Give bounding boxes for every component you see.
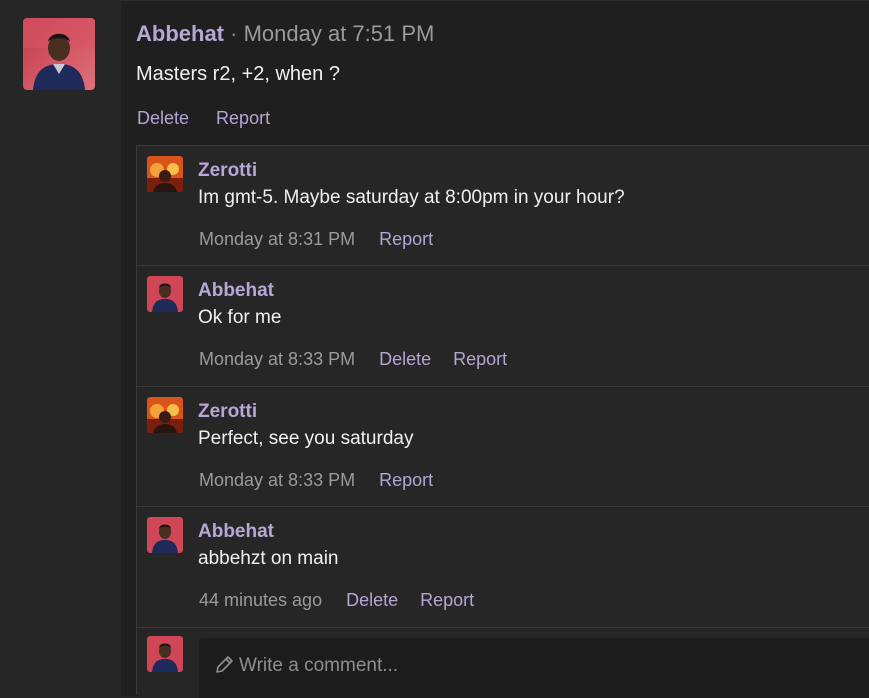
reply-report-link[interactable]: Report [420, 590, 474, 610]
reply-report-link[interactable]: Report [453, 349, 507, 369]
reply-item: Zerotti Perfect, see you saturday Monday… [137, 386, 869, 507]
post-body: Masters r2, +2, when ? [136, 63, 340, 85]
post-actions: Delete Report [137, 106, 292, 130]
reply-item: Abbehat abbehzt on main 44 minutes ago De… [137, 506, 869, 627]
header-separator: · [230, 21, 238, 46]
replies-thread: Zerotti Im gmt-5. Maybe saturday at 8:00… [136, 145, 869, 698]
reply-timestamp: Monday at 8:33 PM [199, 349, 356, 369]
reply-item: Abbehat Ok for me Monday at 8:33 PM Delet… [137, 265, 869, 386]
comment-placeholder: Write a comment... [239, 655, 399, 676]
left-rail [0, 0, 121, 695]
reply-meta: 44 minutes ago Delete Report [199, 588, 496, 612]
reply-meta: Monday at 8:33 PM Report [199, 468, 455, 492]
reply-item: Zerotti Im gmt-5. Maybe saturday at 8:00… [137, 145, 869, 266]
reply-author-avatar[interactable] [147, 156, 183, 192]
reply-timestamp: 44 minutes ago [199, 590, 323, 610]
reply-author-avatar[interactable] [147, 276, 183, 312]
reply-author[interactable]: Zerotti [198, 400, 257, 424]
reply-author[interactable]: Abbehat [198, 520, 274, 544]
reply-author-avatar[interactable] [147, 397, 183, 433]
reply-body: abbehzt on main [198, 548, 339, 569]
reply-meta: Monday at 8:31 PM Report [199, 227, 455, 251]
reply-timestamp: Monday at 8:31 PM [199, 229, 356, 249]
post-author-avatar[interactable] [23, 18, 95, 90]
post-delete-link[interactable]: Delete [137, 108, 189, 128]
reply-author-avatar[interactable] [147, 517, 183, 553]
pencil-icon [213, 654, 235, 676]
reply-body: Perfect, see you saturday [198, 428, 414, 449]
reply-delete-link[interactable]: Delete [346, 590, 398, 610]
reply-body: Im gmt-5. Maybe saturday at 8:00pm in yo… [198, 187, 625, 208]
post-author[interactable]: Abbehat [136, 21, 224, 46]
reply-delete-link[interactable]: Delete [379, 349, 431, 369]
reply-author[interactable]: Abbehat [198, 279, 274, 303]
reply-author[interactable]: Zerotti [198, 159, 257, 183]
reply-report-link[interactable]: Report [379, 229, 433, 249]
post-header: Abbehat · Monday at 7:51 PM [136, 20, 434, 48]
reply-meta: Monday at 8:33 PM Delete Report [199, 347, 529, 371]
post-timestamp: Monday at 7:51 PM [243, 21, 435, 46]
current-user-avatar [147, 636, 183, 672]
reply-timestamp: Monday at 8:33 PM [199, 470, 356, 490]
post-report-link[interactable]: Report [216, 108, 270, 128]
comment-input[interactable]: Write a comment... [199, 638, 869, 698]
comment-composer: Write a comment... [137, 627, 869, 698]
reply-report-link[interactable]: Report [379, 470, 433, 490]
reply-body: Ok for me [198, 307, 282, 328]
